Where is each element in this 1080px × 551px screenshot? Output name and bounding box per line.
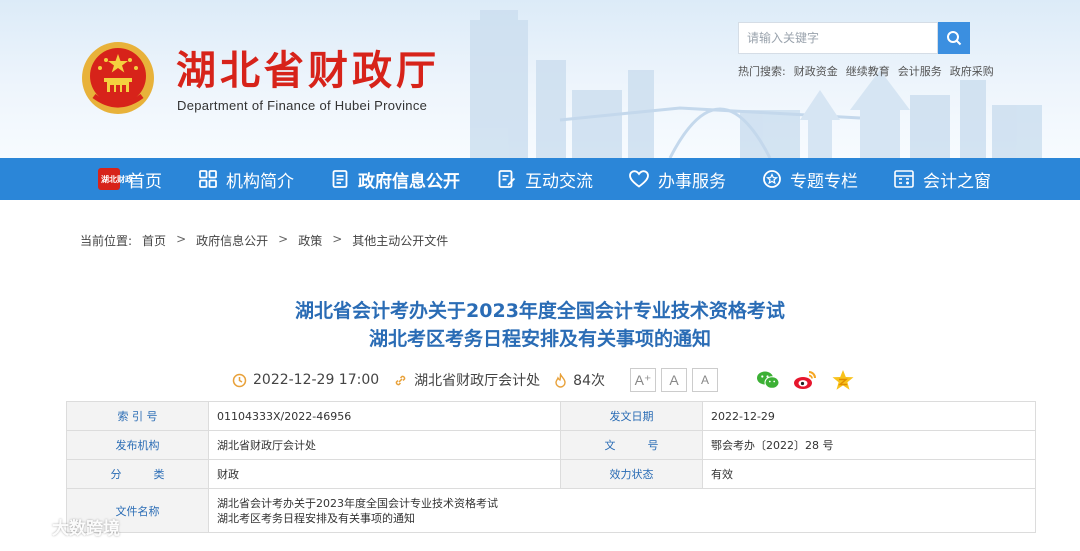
share-wechat-button[interactable] [755,368,781,392]
font-button-label: A⁺ [634,371,652,388]
wechat-icon [757,371,780,389]
nav-item-label: 会计之窗 [923,171,991,192]
hot-search-label: 热门搜索: [738,65,786,78]
nav-item-label: 首页 [128,171,162,192]
font-size-default-button[interactable]: A [661,368,687,392]
clock-icon [232,373,247,387]
nav-item-topics[interactable]: 专题专栏 [762,158,858,200]
watermark-text: 大数跨境 [52,519,120,539]
breadcrumb-separator: > [332,232,343,246]
docno-label-a: 文 [604,439,616,452]
docno-label: 文号 [560,430,703,460]
search-button[interactable] [938,22,970,54]
calculator-icon [894,170,914,188]
nav-item-about[interactable]: 机构简介 [198,158,294,200]
category-label-b: 类 [153,468,165,481]
nav-item-label: 专题专栏 [790,171,858,192]
publisher-label: 发布机构 [66,430,209,460]
nav-item-services[interactable]: 办事服务 [628,158,726,200]
table-row: 发布机构 湖北省财政厅会计处 文号 鄂会考办〔2022〕28 号 [66,430,1036,460]
view-count: 84次 [573,373,605,389]
article-title-line1: 湖北省会计考办关于2023年度全国会计专业技术资格考试 [295,300,785,322]
home-badge-icon: 湖北财政 [98,168,133,190]
date-label: 发文日期 [560,401,703,431]
index-label: 索 引 号 [66,401,209,431]
nav-item-accounting[interactable]: 会计之窗 [893,158,991,200]
breadcrumb-policy[interactable]: 政策 [298,232,322,249]
category-value: 财政 [208,459,561,489]
font-size-increase-button[interactable]: A⁺ [630,368,656,392]
meta-datetime: 2022-12-29 17:00 [232,372,379,388]
document-info-table: 索 引 号 01104333X/2022-46956 发文日期 2022-12-… [66,401,1036,533]
article-source: 湖北省财政厅会计处 [414,373,541,389]
hot-link-government-procurement[interactable]: 政府采购 [950,63,994,79]
meta-source: 湖北省财政厅会计处 [393,370,540,390]
table-row: 索 引 号 01104333X/2022-46956 发文日期 2022-12-… [66,401,1036,431]
article-title-line2: 湖北考区考务日程安排及有关事项的通知 [368,328,711,350]
edit-document-icon [498,170,516,188]
docno-label-b: 号 [647,439,659,452]
publish-datetime: 2022-12-29 17:00 [253,372,380,388]
filename-line1: 湖北省会计考办关于2023年度全国会计专业技术资格考试 [217,496,498,510]
hot-link-continuing-education[interactable]: 继续教育 [846,63,890,79]
table-row: 分类 财政 效力状态 有效 [66,459,1036,489]
heart-icon [629,170,649,188]
breadcrumb: 当前位置: 首页 > 政府信息公开 > 政策 > 其他主动公开文件 [80,232,448,249]
main-nav: 湖北财政 首页 机构简介 政府信息公开 互动交流 办事服务 专题专栏 会计之窗 [0,158,1080,200]
breadcrumb-separator: > [176,232,187,246]
breadcrumb-label: 当前位置: [80,234,133,248]
nav-item-label: 办事服务 [658,171,726,192]
hot-link-finance-funds[interactable]: 财政资金 [794,63,838,79]
status-value: 有效 [702,459,1036,489]
document-icon [332,170,348,188]
category-label: 分类 [66,459,209,489]
breadcrumb-other-files[interactable]: 其他主动公开文件 [352,232,448,249]
filename-value: 湖北省会计考办关于2023年度全国会计专业技术资格考试 湖北考区考务日程安排及有… [208,488,1036,533]
site-subtitle: Department of Finance of Hubei Province [177,98,428,113]
watermark-logo-icon [9,518,46,534]
qzone-star-icon [832,370,854,390]
nav-item-gov-info[interactable]: 政府信息公开 [330,158,460,200]
share-weibo-button[interactable] [792,368,818,392]
publisher-value: 湖北省财政厅会计处 [208,430,561,460]
breadcrumb-separator: > [278,232,289,246]
breadcrumb-gov-info[interactable]: 政府信息公开 [196,232,268,249]
category-label-a: 分 [110,468,122,481]
hot-search: 热门搜索: 财政资金 继续教育 会计服务 政府采购 [738,63,994,79]
article-meta: 2022-12-29 17:00 湖北省财政厅会计处 84次 [232,368,619,392]
weibo-icon [794,371,816,389]
nav-item-label: 政府信息公开 [358,171,460,192]
font-button-label: A [700,373,709,387]
meta-views: 84次 [554,370,605,390]
date-value: 2022-12-29 [702,401,1036,431]
flame-icon [555,372,566,388]
link-icon [395,375,406,385]
nav-item-interaction[interactable]: 互动交流 [497,158,593,200]
search-icon [947,31,962,46]
share-qzone-button[interactable] [830,368,856,392]
site-name: 湖北省财政厅 [176,47,440,94]
status-label: 效力状态 [560,459,703,489]
index-value: 01104333X/2022-46956 [208,401,561,431]
docno-value: 鄂会考办〔2022〕28 号 [702,430,1036,460]
font-button-label: A [669,372,679,388]
nav-item-home[interactable]: 湖北财政 首页 [98,158,162,200]
search-box [738,22,970,54]
filename-line2: 湖北考区考务日程安排及有关事项的通知 [217,511,415,525]
star-circle-icon [763,170,781,188]
search-input[interactable] [738,22,938,54]
nav-item-label: 互动交流 [525,171,593,192]
table-row: 文件名称 湖北省会计考办关于2023年度全国会计专业技术资格考试 湖北考区考务日… [66,488,1036,533]
watermark: 大数跨境 [8,514,120,539]
nav-item-label: 机构简介 [226,171,294,192]
national-emblem-logo [82,42,154,114]
header-banner: 湖北省财政厅 Department of Finance of Hubei Pr… [0,0,1080,158]
grid-icon [199,170,217,188]
breadcrumb-home[interactable]: 首页 [142,232,166,249]
home-badge-text: 湖北财政 [101,174,133,184]
font-size-decrease-button[interactable]: A [692,368,718,392]
hot-link-accounting-services[interactable]: 会计服务 [898,63,942,79]
